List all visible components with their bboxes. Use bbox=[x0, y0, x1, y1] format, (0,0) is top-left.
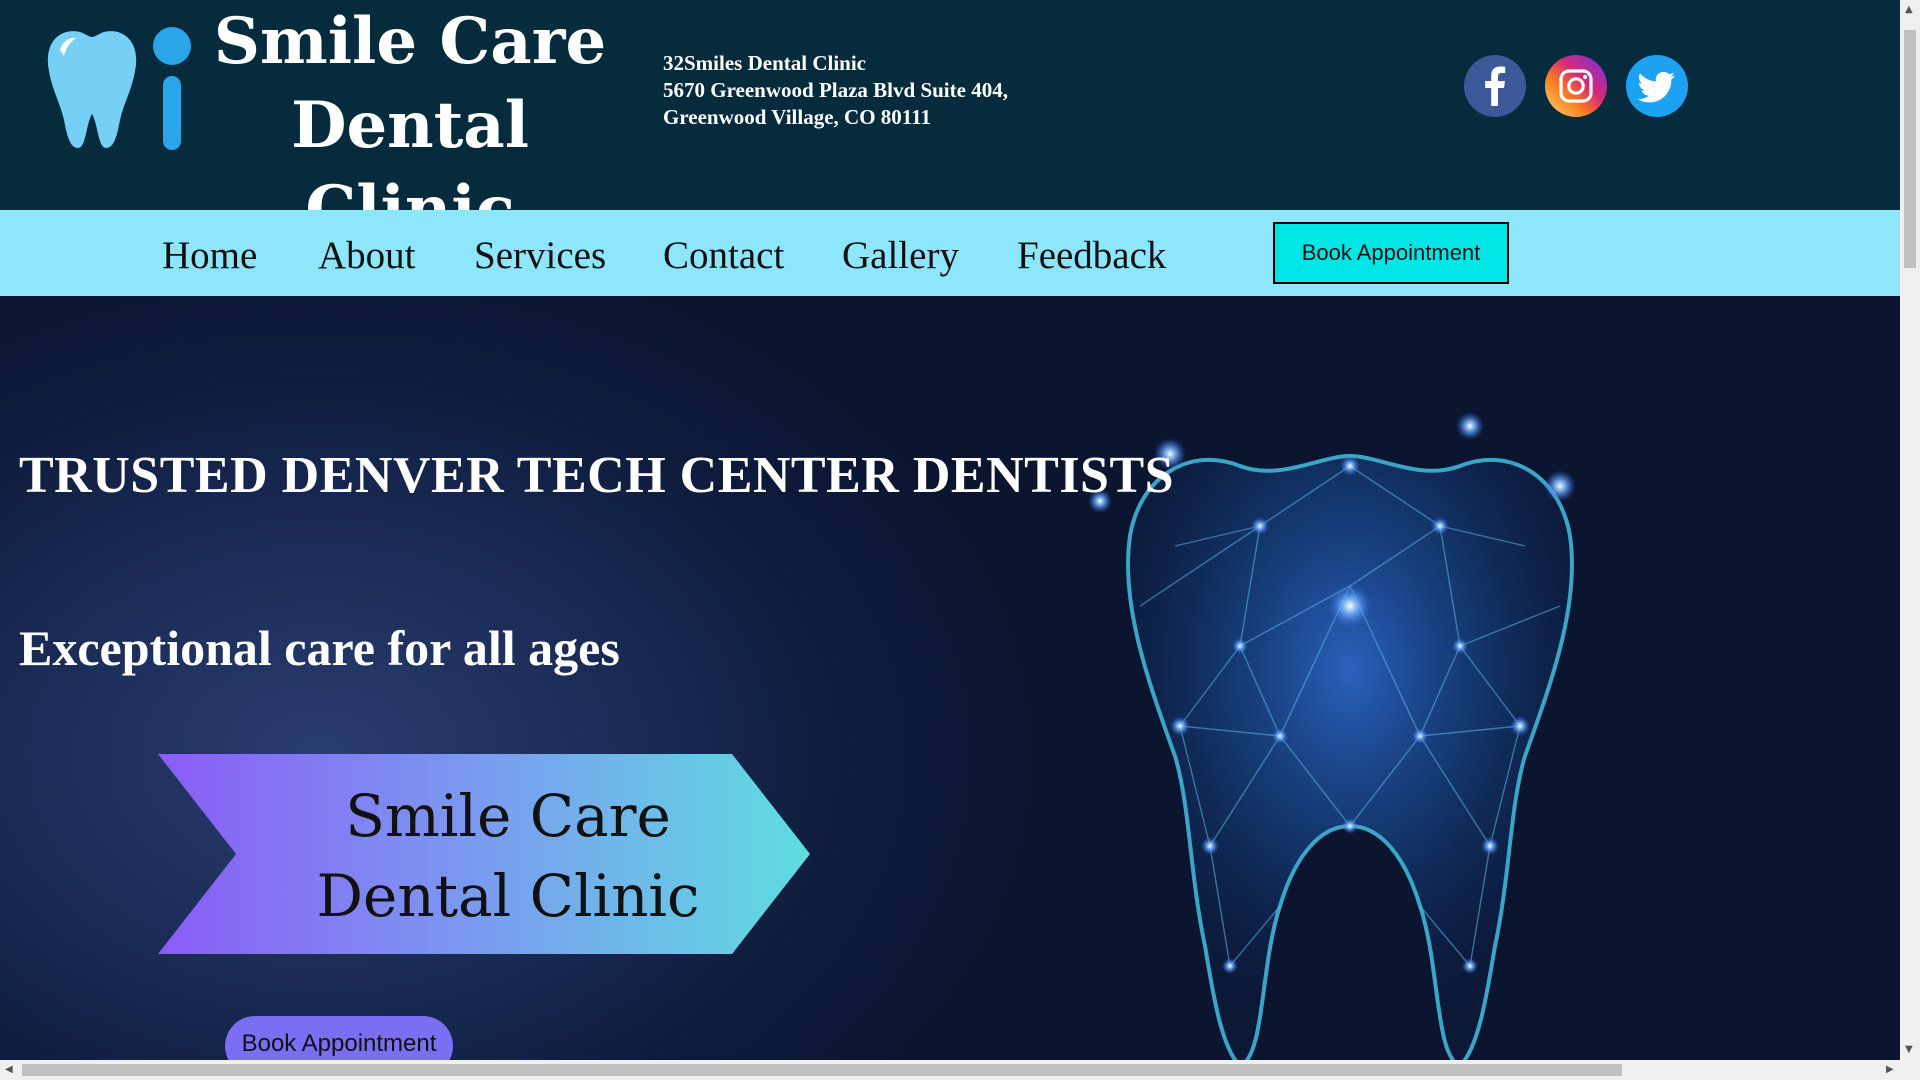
banner-title: Smile Care Dental Clinic bbox=[308, 776, 708, 936]
hero-section: TRUSTED DENVER TECH CENTER DENTISTS Exce… bbox=[0, 296, 1900, 1060]
nav-about[interactable]: About bbox=[318, 234, 416, 278]
brand-line-1: Smile Care bbox=[213, 4, 607, 79]
nav-contact[interactable]: Contact bbox=[663, 234, 784, 278]
twitter-link[interactable] bbox=[1625, 54, 1689, 118]
vertical-scroll-thumb[interactable] bbox=[1904, 30, 1916, 268]
vertical-scrollbar[interactable]: ▲ ▼ bbox=[1900, 0, 1920, 1060]
facebook-icon bbox=[1464, 55, 1526, 117]
instagram-icon bbox=[1545, 55, 1607, 117]
page-viewport: Smile Care Dental Clinic 32Smiles Dental… bbox=[0, 0, 1900, 1060]
nav-services[interactable]: Services bbox=[474, 234, 606, 278]
address-line-1: 32Smiles Dental Clinic bbox=[663, 51, 866, 75]
instagram-link[interactable] bbox=[1544, 54, 1608, 118]
facebook-link[interactable] bbox=[1463, 54, 1527, 118]
twitter-icon bbox=[1626, 55, 1688, 117]
scroll-right-arrow-icon[interactable]: ▶ bbox=[1886, 1064, 1894, 1075]
site-header: Smile Care Dental Clinic 32Smiles Dental… bbox=[0, 0, 1900, 247]
book-appointment-hero-button[interactable]: Book Appointment bbox=[225, 1016, 453, 1060]
nav-home[interactable]: Home bbox=[162, 234, 257, 278]
horizontal-scrollbar[interactable]: ◀ ▶ bbox=[0, 1060, 1920, 1080]
glowing-tooth-illustration bbox=[1088, 412, 1576, 1060]
clinic-banner: Smile Care Dental Clinic bbox=[158, 754, 810, 954]
scroll-up-arrow-icon[interactable]: ▲ bbox=[1905, 4, 1913, 15]
banner-line-2: Dental Clinic bbox=[316, 862, 700, 930]
horizontal-scroll-thumb[interactable] bbox=[22, 1064, 1622, 1076]
tooth-logo-icon bbox=[47, 27, 191, 150]
scroll-down-arrow-icon[interactable]: ▼ bbox=[1905, 1044, 1913, 1055]
clinic-address: 32Smiles Dental Clinic 5670 Greenwood Pl… bbox=[663, 50, 1008, 131]
hero-headline: TRUSTED DENVER TECH CENTER DENTISTS bbox=[19, 447, 1175, 504]
hero-subheadline: Exceptional care for all ages bbox=[19, 620, 620, 676]
address-line-2: 5670 Greenwood Plaza Blvd Suite 404, bbox=[663, 78, 1008, 102]
banner-line-1: Smile Care bbox=[345, 782, 671, 850]
nav-gallery[interactable]: Gallery bbox=[842, 234, 959, 278]
scroll-left-arrow-icon[interactable]: ◀ bbox=[5, 1064, 13, 1075]
book-appointment-nav-button[interactable]: Book Appointment bbox=[1273, 222, 1509, 284]
nav-feedback[interactable]: Feedback bbox=[1017, 234, 1166, 278]
address-line-3: Greenwood Village, CO 80111 bbox=[663, 105, 931, 129]
main-nav: Home About Services Contact Gallery Feed… bbox=[0, 210, 1900, 296]
